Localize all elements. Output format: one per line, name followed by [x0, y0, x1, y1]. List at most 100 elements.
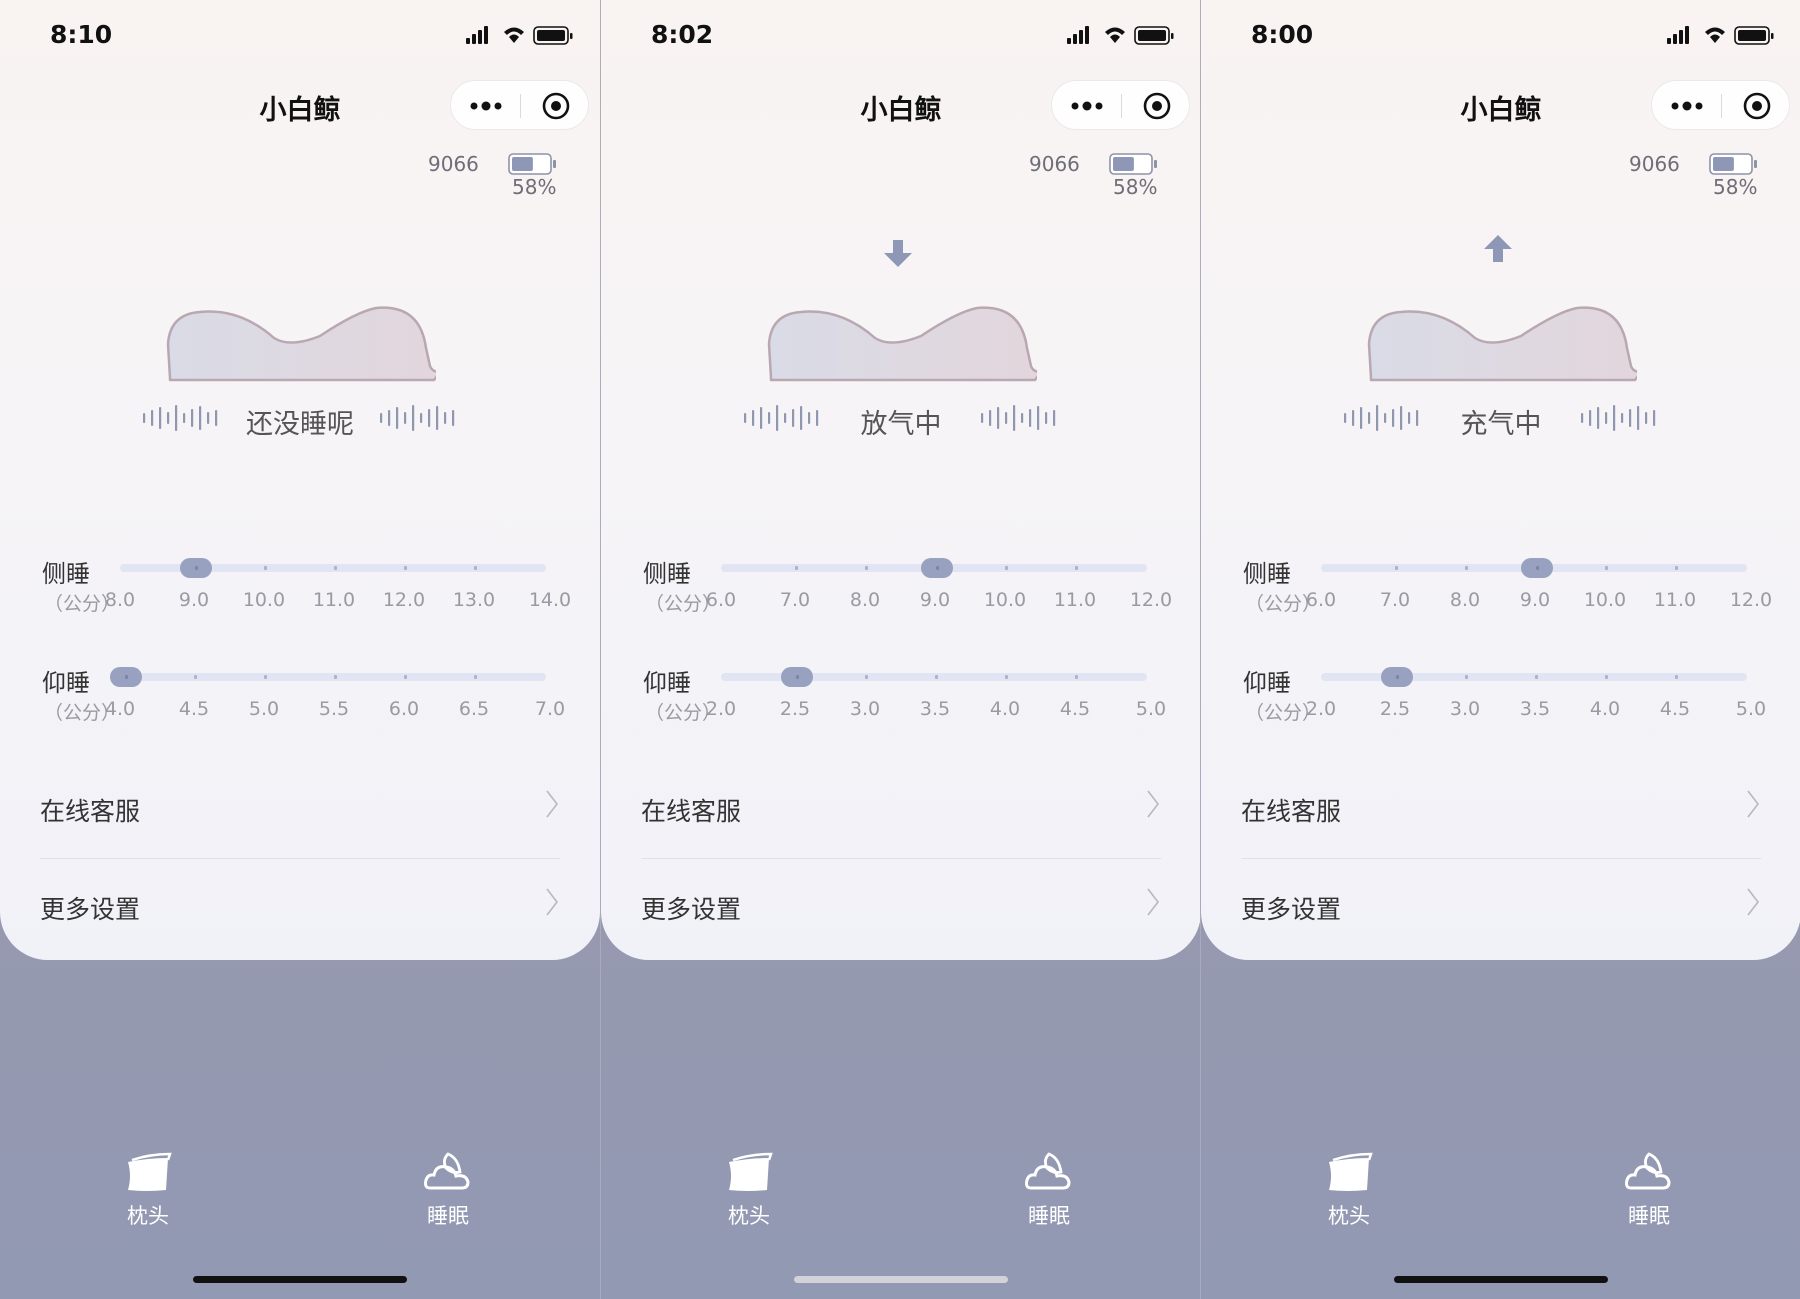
- sound-wave-right-icon: [1581, 405, 1656, 431]
- tick-label: 5.0: [1135, 698, 1167, 720]
- more-settings-label: 更多设置: [40, 895, 141, 924]
- sound-wave-right-icon: [981, 405, 1056, 431]
- slider-tick: [865, 675, 868, 679]
- sound-wave-right-icon: [380, 405, 455, 431]
- menu-divider: [1241, 858, 1761, 859]
- slider-tick: [1605, 566, 1608, 570]
- tick-label: 12.0: [1729, 589, 1773, 611]
- slider-tick: [1535, 675, 1538, 679]
- more-dots-icon: [1671, 101, 1702, 111]
- slider-tick: [334, 675, 337, 679]
- slider-tick: [1075, 675, 1078, 679]
- slider-track[interactable]: [110, 667, 546, 687]
- slider-thumb[interactable]: [781, 667, 813, 687]
- more-settings-item[interactable]: 更多设置: [40, 878, 560, 938]
- tick-label: 3.0: [1449, 698, 1481, 720]
- home-indicator: [193, 1276, 407, 1283]
- slider-tick: [264, 675, 267, 679]
- tab-sleep[interactable]: 睡眠: [1609, 1150, 1689, 1230]
- slider-tick: [474, 566, 477, 570]
- pillow-icon: [729, 1152, 773, 1191]
- slider-track[interactable]: [721, 558, 1147, 578]
- customer-service-item[interactable]: 在线客服: [1241, 780, 1761, 840]
- slider-thumb[interactable]: [1521, 558, 1553, 578]
- more-button[interactable]: [1652, 81, 1721, 131]
- customer-service-item[interactable]: 在线客服: [40, 780, 560, 840]
- close-button[interactable]: [521, 81, 590, 131]
- slider-tick: [1605, 675, 1608, 679]
- more-button[interactable]: [451, 81, 520, 131]
- slider-thumb[interactable]: [921, 558, 953, 578]
- moon-cloud-icon: [424, 1152, 470, 1190]
- slider-tick: [404, 566, 407, 570]
- tick-label: 7.0: [779, 589, 811, 611]
- side-sleep-slider: 侧睡 （公分） 6.0 7.0 8.0 9.0 10.0 11.0 12.0: [1241, 554, 1772, 624]
- moon-cloud-icon: [1625, 1152, 1671, 1190]
- close-button[interactable]: [1122, 81, 1191, 131]
- target-close-icon: [1143, 92, 1170, 120]
- slider-track[interactable]: [1321, 558, 1747, 578]
- tab-sleep[interactable]: 睡眠: [408, 1150, 488, 1230]
- pillow-illustration: [767, 306, 1037, 382]
- chevron-right-icon: [1147, 790, 1160, 818]
- status-bar: 8:02: [601, 0, 1200, 70]
- tab-pillow-label: 枕头: [1328, 1204, 1370, 1228]
- more-settings-item[interactable]: 更多设置: [641, 878, 1161, 938]
- tick-label: 5.5: [318, 698, 350, 720]
- moon-cloud-icon: [1025, 1152, 1071, 1190]
- slider-tick: [1675, 566, 1678, 570]
- tick-label: 2.0: [1305, 698, 1337, 720]
- tick-label: 10.0: [242, 589, 286, 611]
- mini-program-capsule: [1051, 80, 1190, 130]
- tick-label: 7.0: [534, 698, 566, 720]
- tick-label: 6.0: [388, 698, 420, 720]
- deflate-arrow-icon: [884, 240, 912, 267]
- tick-label: 12.0: [382, 589, 426, 611]
- pillow-status-text: 充气中: [1460, 409, 1542, 440]
- slider-track[interactable]: [721, 667, 1147, 687]
- status-bar: 8:10: [0, 0, 600, 70]
- menu-divider: [40, 858, 560, 859]
- customer-service-label: 在线客服: [641, 797, 742, 826]
- pillow-status-text: 放气中: [860, 409, 942, 440]
- slider-tick: [935, 675, 938, 679]
- slider-thumb[interactable]: [180, 558, 212, 578]
- phone-screen-2: 8:02 小白鲸 9066 58% 放气中 侧睡 （公分） 6.0 7.0 8.…: [600, 0, 1200, 1299]
- app-title: 小白鲸: [259, 95, 341, 126]
- menu-divider: [641, 858, 1161, 859]
- slider-thumb[interactable]: [1381, 667, 1413, 687]
- slider-track[interactable]: [1321, 667, 1747, 687]
- tick-label: 12.0: [1129, 589, 1173, 611]
- phone-screen-1: 8:10 小白鲸 9066 58% 还没睡呢 侧睡 （公分） 8.0 9.0 1…: [0, 0, 600, 1299]
- slider-tick: [1005, 566, 1008, 570]
- tab-pillow[interactable]: 枕头: [1309, 1150, 1389, 1230]
- tick-label: 6.5: [458, 698, 490, 720]
- tick-label: 6.0: [705, 589, 737, 611]
- customer-service-label: 在线客服: [1241, 797, 1342, 826]
- tick-label: 14.0: [528, 589, 572, 611]
- tab-pillow[interactable]: 枕头: [709, 1150, 789, 1230]
- tick-label: 4.5: [178, 698, 210, 720]
- pillow-illustration: [1367, 306, 1637, 382]
- tick-label: 9.0: [919, 589, 951, 611]
- tab-pillow[interactable]: 枕头: [108, 1150, 188, 1230]
- close-button[interactable]: [1722, 81, 1791, 131]
- tick-label: 9.0: [178, 589, 210, 611]
- mini-program-capsule: [450, 80, 589, 130]
- slider-tick: [1465, 566, 1468, 570]
- tab-sleep-label: 睡眠: [1628, 1204, 1670, 1228]
- chevron-right-icon: [546, 888, 559, 916]
- slider-track[interactable]: [120, 558, 546, 578]
- tick-label: 5.0: [1735, 698, 1767, 720]
- slider-thumb[interactable]: [110, 667, 142, 687]
- more-settings-item[interactable]: 更多设置: [1241, 878, 1761, 938]
- tab-pillow-label: 枕头: [127, 1204, 169, 1228]
- more-button[interactable]: [1052, 81, 1121, 131]
- tick-label: 3.0: [849, 698, 881, 720]
- more-settings-label: 更多设置: [1241, 895, 1342, 924]
- mini-program-capsule: [1651, 80, 1790, 130]
- customer-service-item[interactable]: 在线客服: [641, 780, 1161, 840]
- pillow-icon: [128, 1152, 172, 1191]
- slider-tick: [1005, 675, 1008, 679]
- tab-sleep[interactable]: 睡眠: [1009, 1150, 1089, 1230]
